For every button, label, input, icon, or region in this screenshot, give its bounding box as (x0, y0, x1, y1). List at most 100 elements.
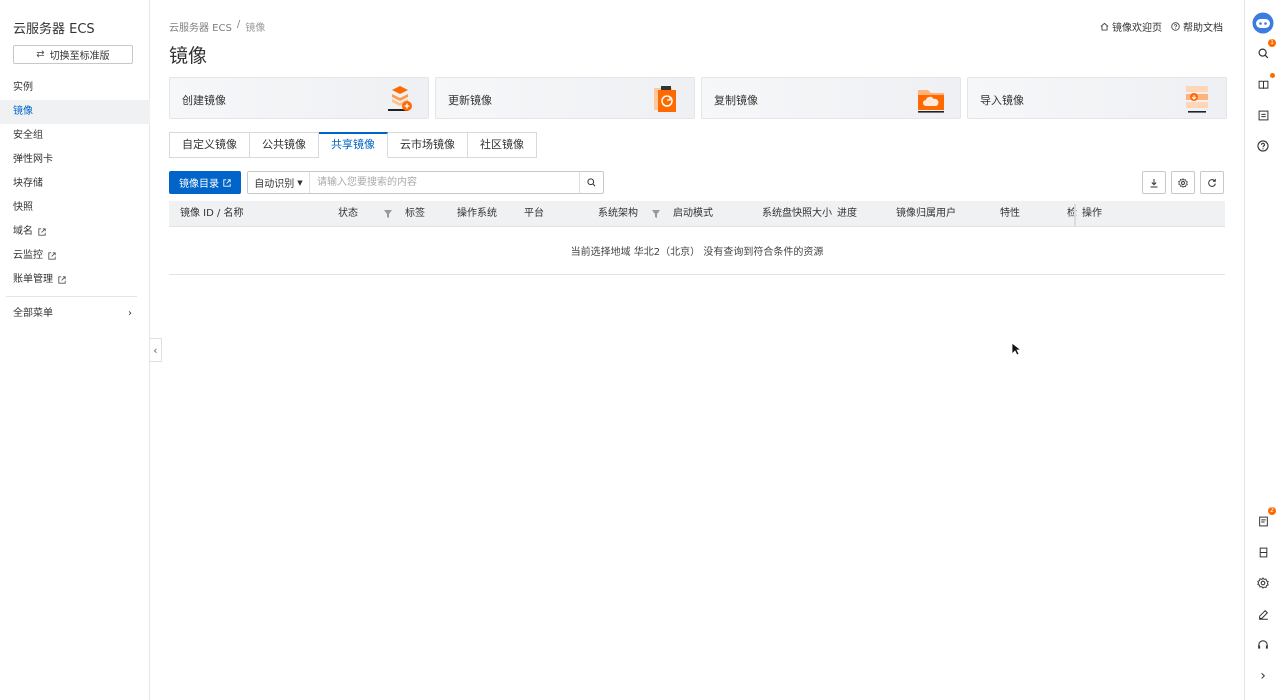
book-icon (1258, 80, 1268, 89)
column-header-status: 状态 (338, 208, 358, 219)
tab-custom-images[interactable]: 自定义镜像 (169, 132, 250, 158)
rail-expand-button[interactable]: › (1254, 667, 1272, 685)
table-header: 镜像 ID / 名称 状态 标签 操作系统 平台 系统架构 启动模式 系统盘快照… (169, 201, 1225, 227)
breadcrumb: 云服务器 ECS / 镜像 (169, 19, 265, 34)
create-image-icon (388, 86, 412, 111)
column-header-boot-mode: 启动模式 (673, 208, 713, 219)
external-link-icon (38, 228, 46, 236)
swap-icon: ⇄ (36, 49, 45, 60)
create-image-card[interactable]: 创建镜像 (169, 77, 429, 119)
search-type-value: 自动识别 (254, 179, 295, 190)
breadcrumb-ecs[interactable]: 云服务器 ECS (169, 19, 232, 34)
action-cards: 创建镜像 更新镜像 复制镜像 导入镜像 (169, 77, 1227, 119)
copy-image-icon (918, 90, 944, 113)
sidebar-item-security-groups[interactable]: 安全组 (0, 124, 150, 148)
sidebar-item-instances[interactable]: 实例 (0, 76, 150, 100)
tab-shared-images[interactable]: 共享镜像 (319, 132, 388, 158)
table-settings-button[interactable] (1171, 171, 1195, 194)
sidebar-item-label: 域名 (13, 226, 33, 237)
notification-badge: 2 (1268, 507, 1276, 515)
welcome-link-label: 镜像欢迎页 (1112, 23, 1162, 34)
column-header-tags: 标签 (405, 208, 425, 219)
rail-docs-button[interactable] (1254, 73, 1275, 93)
card-label: 复制镜像 (714, 94, 758, 107)
rail-settings-button[interactable] (1254, 574, 1272, 592)
rail-edit-button[interactable] (1254, 605, 1272, 623)
ticket-icon (1259, 547, 1267, 557)
gear-icon (1178, 177, 1188, 188)
notification-badge: 1 (1268, 39, 1276, 47)
download-icon (1150, 178, 1158, 187)
tab-community-images[interactable]: 社区镜像 (468, 132, 537, 158)
external-link-icon (223, 178, 231, 187)
column-header-actions: 操作 (1082, 208, 1102, 219)
filter-icon[interactable] (384, 210, 392, 218)
sidebar-all-menu[interactable]: 全部菜单 › (0, 304, 150, 324)
sidebar-nav: 实例 镜像 安全组 弹性网卡 块存储 快照 域名 云监控 账单管理 (0, 76, 150, 292)
filter-icon[interactable] (652, 210, 660, 218)
image-catalog-button[interactable]: 镜像目录 (169, 171, 241, 194)
sidebar-collapse-handle[interactable]: ‹ (150, 338, 162, 362)
copy-image-card[interactable]: 复制镜像 (701, 77, 961, 119)
column-header-platform: 平台 (524, 208, 544, 219)
help-icon (1171, 22, 1180, 31)
sidebar-item-label: 弹性网卡 (13, 154, 53, 165)
search-icon (1257, 47, 1268, 58)
sidebar-item-label: 实例 (13, 82, 33, 93)
sidebar-item-eni[interactable]: 弹性网卡 (0, 148, 150, 172)
robot-icon (1252, 12, 1274, 34)
sidebar-item-cloud-monitor[interactable]: 云监控 (0, 244, 150, 268)
rail-help-button[interactable] (1254, 137, 1272, 155)
column-header-id-name: 镜像 ID / 名称 (180, 208, 244, 219)
column-header-features: 特性 (1000, 208, 1020, 219)
update-image-card[interactable]: 更新镜像 (435, 77, 695, 119)
sidebar-item-images[interactable]: 镜像 (0, 100, 150, 124)
search-button[interactable] (579, 172, 603, 193)
rail-list-button[interactable] (1254, 106, 1272, 124)
column-header-arch: 系统架构 (598, 208, 638, 219)
rail-support-button[interactable] (1254, 636, 1272, 654)
app-title: 云服务器 ECS (13, 22, 95, 37)
update-image-icon (654, 86, 676, 112)
export-button[interactable] (1142, 171, 1166, 194)
all-menu-label: 全部菜单 (13, 308, 53, 319)
top-links: 镜像欢迎页 帮助文档 (1100, 19, 1223, 34)
import-image-card[interactable]: 导入镜像 (967, 77, 1227, 119)
chevron-right-icon: › (128, 308, 132, 319)
rail-orders-button[interactable]: 2 (1254, 507, 1276, 530)
refresh-button[interactable] (1200, 171, 1224, 194)
tab-public-images[interactable]: 公共镜像 (250, 132, 319, 158)
empty-message: 当前选择地域 华北2（北京） 没有查询到符合条件的资源 (570, 247, 824, 258)
sidebar-item-domains[interactable]: 域名 (0, 220, 150, 244)
table-toolbar: 镜像目录 自动识别 ▼ (169, 171, 1225, 195)
breadcrumb-current: 镜像 (245, 23, 266, 34)
gear-icon (1257, 577, 1269, 589)
left-sidebar: 云服务器 ECS ⇄ 切换至标准版 实例 镜像 安全组 弹性网卡 块存储 快照 … (0, 0, 150, 700)
assistant-avatar[interactable] (1252, 12, 1274, 34)
sidebar-item-snapshots[interactable]: 快照 (0, 196, 150, 220)
sidebar-item-label: 快照 (13, 202, 33, 213)
headset-icon (1258, 640, 1268, 649)
help-docs-link[interactable]: 帮助文档 (1171, 19, 1223, 34)
rail-ticket-button[interactable] (1254, 543, 1272, 561)
mouse-cursor-icon (1011, 342, 1021, 356)
rail-search-button[interactable]: 1 (1254, 39, 1276, 62)
search-input[interactable] (310, 172, 579, 193)
help-icon (1257, 140, 1269, 152)
chevron-left-icon: ‹ (153, 343, 158, 357)
sidebar-item-block-storage[interactable]: 块存储 (0, 172, 150, 196)
sidebar-item-label: 安全组 (13, 130, 43, 141)
sidebar-item-billing[interactable]: 账单管理 (0, 268, 150, 292)
sidebar-item-label: 云监控 (13, 250, 43, 261)
tab-marketplace-images[interactable]: 云市场镜像 (388, 132, 468, 158)
page-title: 镜像 (169, 45, 208, 67)
search-type-select[interactable]: 自动识别 ▼ (248, 172, 310, 193)
sidebar-item-label: 账单管理 (13, 274, 53, 285)
notification-dot (1270, 73, 1275, 78)
switch-to-standard-button[interactable]: ⇄ 切换至标准版 (13, 45, 133, 64)
import-image-icon (1186, 86, 1208, 113)
switch-label: 切换至标准版 (49, 51, 110, 62)
home-icon (1100, 22, 1109, 31)
external-link-icon (48, 252, 56, 260)
welcome-page-link[interactable]: 镜像欢迎页 (1100, 19, 1162, 34)
